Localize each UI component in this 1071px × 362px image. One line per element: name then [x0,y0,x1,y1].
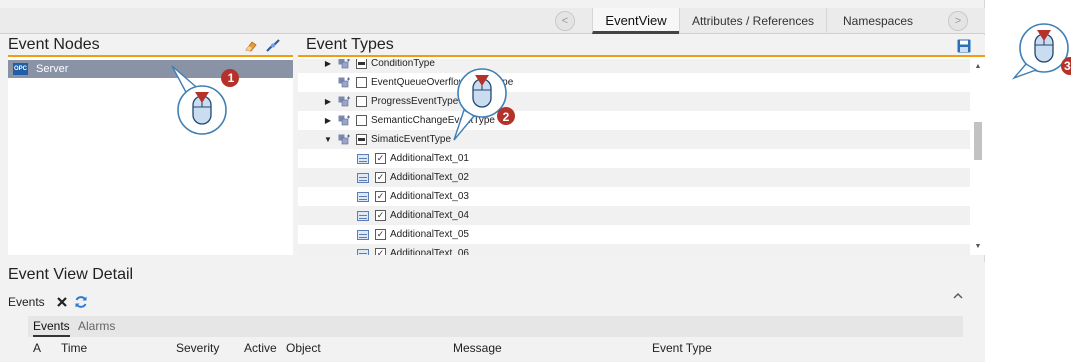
link-icon[interactable] [265,38,281,54]
variable-icon [357,249,369,255]
column-header-message[interactable]: Message [453,338,502,358]
tree-row-label: ConditionType [371,59,435,69]
tree-checkbox[interactable] [356,134,367,145]
column-header-active[interactable]: Active [244,338,277,358]
collapse-panel-icon[interactable] [953,292,963,300]
variable-icon [357,211,369,221]
column-header-object[interactable]: Object [286,338,321,358]
tree-node-label: Server [36,63,69,75]
event-nodes-title: Event Nodes [8,36,100,53]
detail-subtabs: Events Alarms [28,316,963,337]
tree-checkbox[interactable] [356,115,367,126]
callout-1-mouse-icon [171,65,239,135]
callout-2-mouse-icon [453,68,515,141]
tree-checkbox[interactable]: ✓ [375,210,386,221]
variable-icon [357,154,369,164]
tree-node-server[interactable]: OPC Server [8,60,293,78]
tree-row-label: AdditionalText_05 [390,229,469,240]
expand-arrow-icon[interactable]: ▶ [323,92,333,111]
event-types-pane: Event Types ▶ ConditionType EventQueueOver… [298,35,985,255]
variable-icon [357,230,369,240]
subtab-alarms[interactable]: Alarms [78,316,115,337]
tab-scroll-left-button[interactable]: < [555,11,575,31]
vertical-scrollbar[interactable]: ▲ ▼ [971,59,985,255]
event-type-icon [338,77,350,88]
tree-checkbox[interactable]: ✓ [375,248,386,255]
clear-icon[interactable] [56,296,68,308]
view-tab-strip: < EventView Attributes / References Name… [0,8,985,34]
tree-checkbox[interactable]: ✓ [375,172,386,183]
event-type-icon [338,134,350,145]
tab-attributes-references[interactable]: Attributes / References [679,8,826,34]
tree-row-label: AdditionalText_02 [390,172,469,183]
callout-2-number: 2 [502,110,510,124]
column-header-event-type[interactable]: Event Type [652,338,712,358]
scroll-up-icon[interactable]: ▲ [971,61,985,73]
variable-icon [357,192,369,202]
save-icon[interactable] [956,38,972,54]
eraser-icon[interactable] [243,38,259,54]
tree-checkbox[interactable] [356,96,367,107]
tree-row[interactable]: ✓ AdditionalText_02 [298,168,970,187]
collapse-arrow-icon[interactable]: ▼ [323,130,333,149]
tree-row[interactable]: ✓ AdditionalText_05 [298,225,970,244]
scrollbar-thumb[interactable] [974,122,982,160]
column-header-time[interactable]: Time [61,338,87,358]
tree-checkbox[interactable]: ✓ [375,153,386,164]
tree-row[interactable]: ▶ ProgressEventType [298,92,970,111]
tree-row[interactable]: ▶ SemanticChangeEventType [298,111,970,130]
events-label: Events [8,295,45,309]
tree-row-label: AdditionalText_06 [390,248,469,255]
tab-scroll-right-button[interactable]: > [948,11,968,31]
event-view-detail-title: Event View Detail [8,266,134,283]
event-types-title: Event Types [306,36,394,53]
event-types-tree: ▶ ConditionType EventQueueOverflowEventTyp… [298,59,970,255]
tree-row[interactable]: ✓ AdditionalText_01 [298,149,970,168]
tree-row-label: SimaticEventType [371,134,452,145]
tree-checkbox[interactable] [356,77,367,88]
tree-row[interactable]: ▶ ConditionType [298,59,970,73]
tab-eventview[interactable]: EventView [592,8,679,34]
tree-row[interactable]: EventQueueOverflowEventType [298,73,970,92]
events-toolbar: Events [8,292,87,312]
event-type-icon [338,115,350,126]
events-table-header: A Time Severity Active Object Message Ev… [33,338,973,358]
event-view-detail-pane: Event View Detail Events Events Alarms A… [8,262,985,362]
opc-server-icon: OPC [13,63,28,75]
tree-checkbox[interactable]: ✓ [375,229,386,240]
subtab-events[interactable]: Events [33,316,70,337]
scroll-down-icon[interactable]: ▼ [971,241,985,253]
refresh-icon[interactable] [74,295,88,309]
expand-arrow-icon[interactable]: ▶ [323,59,333,73]
tree-row-label: AdditionalText_04 [390,210,469,221]
column-header-severity[interactable]: Severity [176,338,219,358]
tree-row[interactable]: ▼ SimaticEventType [298,130,970,149]
tree-checkbox[interactable]: ✓ [375,191,386,202]
event-nodes-pane: Event Nodes OPC Server [8,35,293,255]
callout-3-number: 3 [1064,59,1071,73]
event-type-icon [338,59,350,69]
callout-1-number: 1 [227,71,235,85]
tree-row[interactable]: ✓ AdditionalText_04 [298,206,970,225]
event-types-header: Event Types [298,35,985,57]
tree-row[interactable]: ✓ AdditionalText_03 [298,187,970,206]
variable-icon [357,173,369,183]
tree-row[interactable]: ✓ AdditionalText_06 [298,244,970,255]
tab-namespaces[interactable]: Namespaces [826,8,929,34]
event-nodes-header: Event Nodes [8,35,293,57]
event-type-icon [338,96,350,107]
expand-arrow-icon[interactable]: ▶ [323,111,333,130]
tree-row-label: AdditionalText_03 [390,191,469,202]
opc-client-window: < EventView Attributes / References Name… [0,0,985,362]
column-header-a[interactable]: A [33,338,41,358]
tree-checkbox[interactable] [356,59,367,69]
callout-3-mouse-icon [1011,23,1071,80]
